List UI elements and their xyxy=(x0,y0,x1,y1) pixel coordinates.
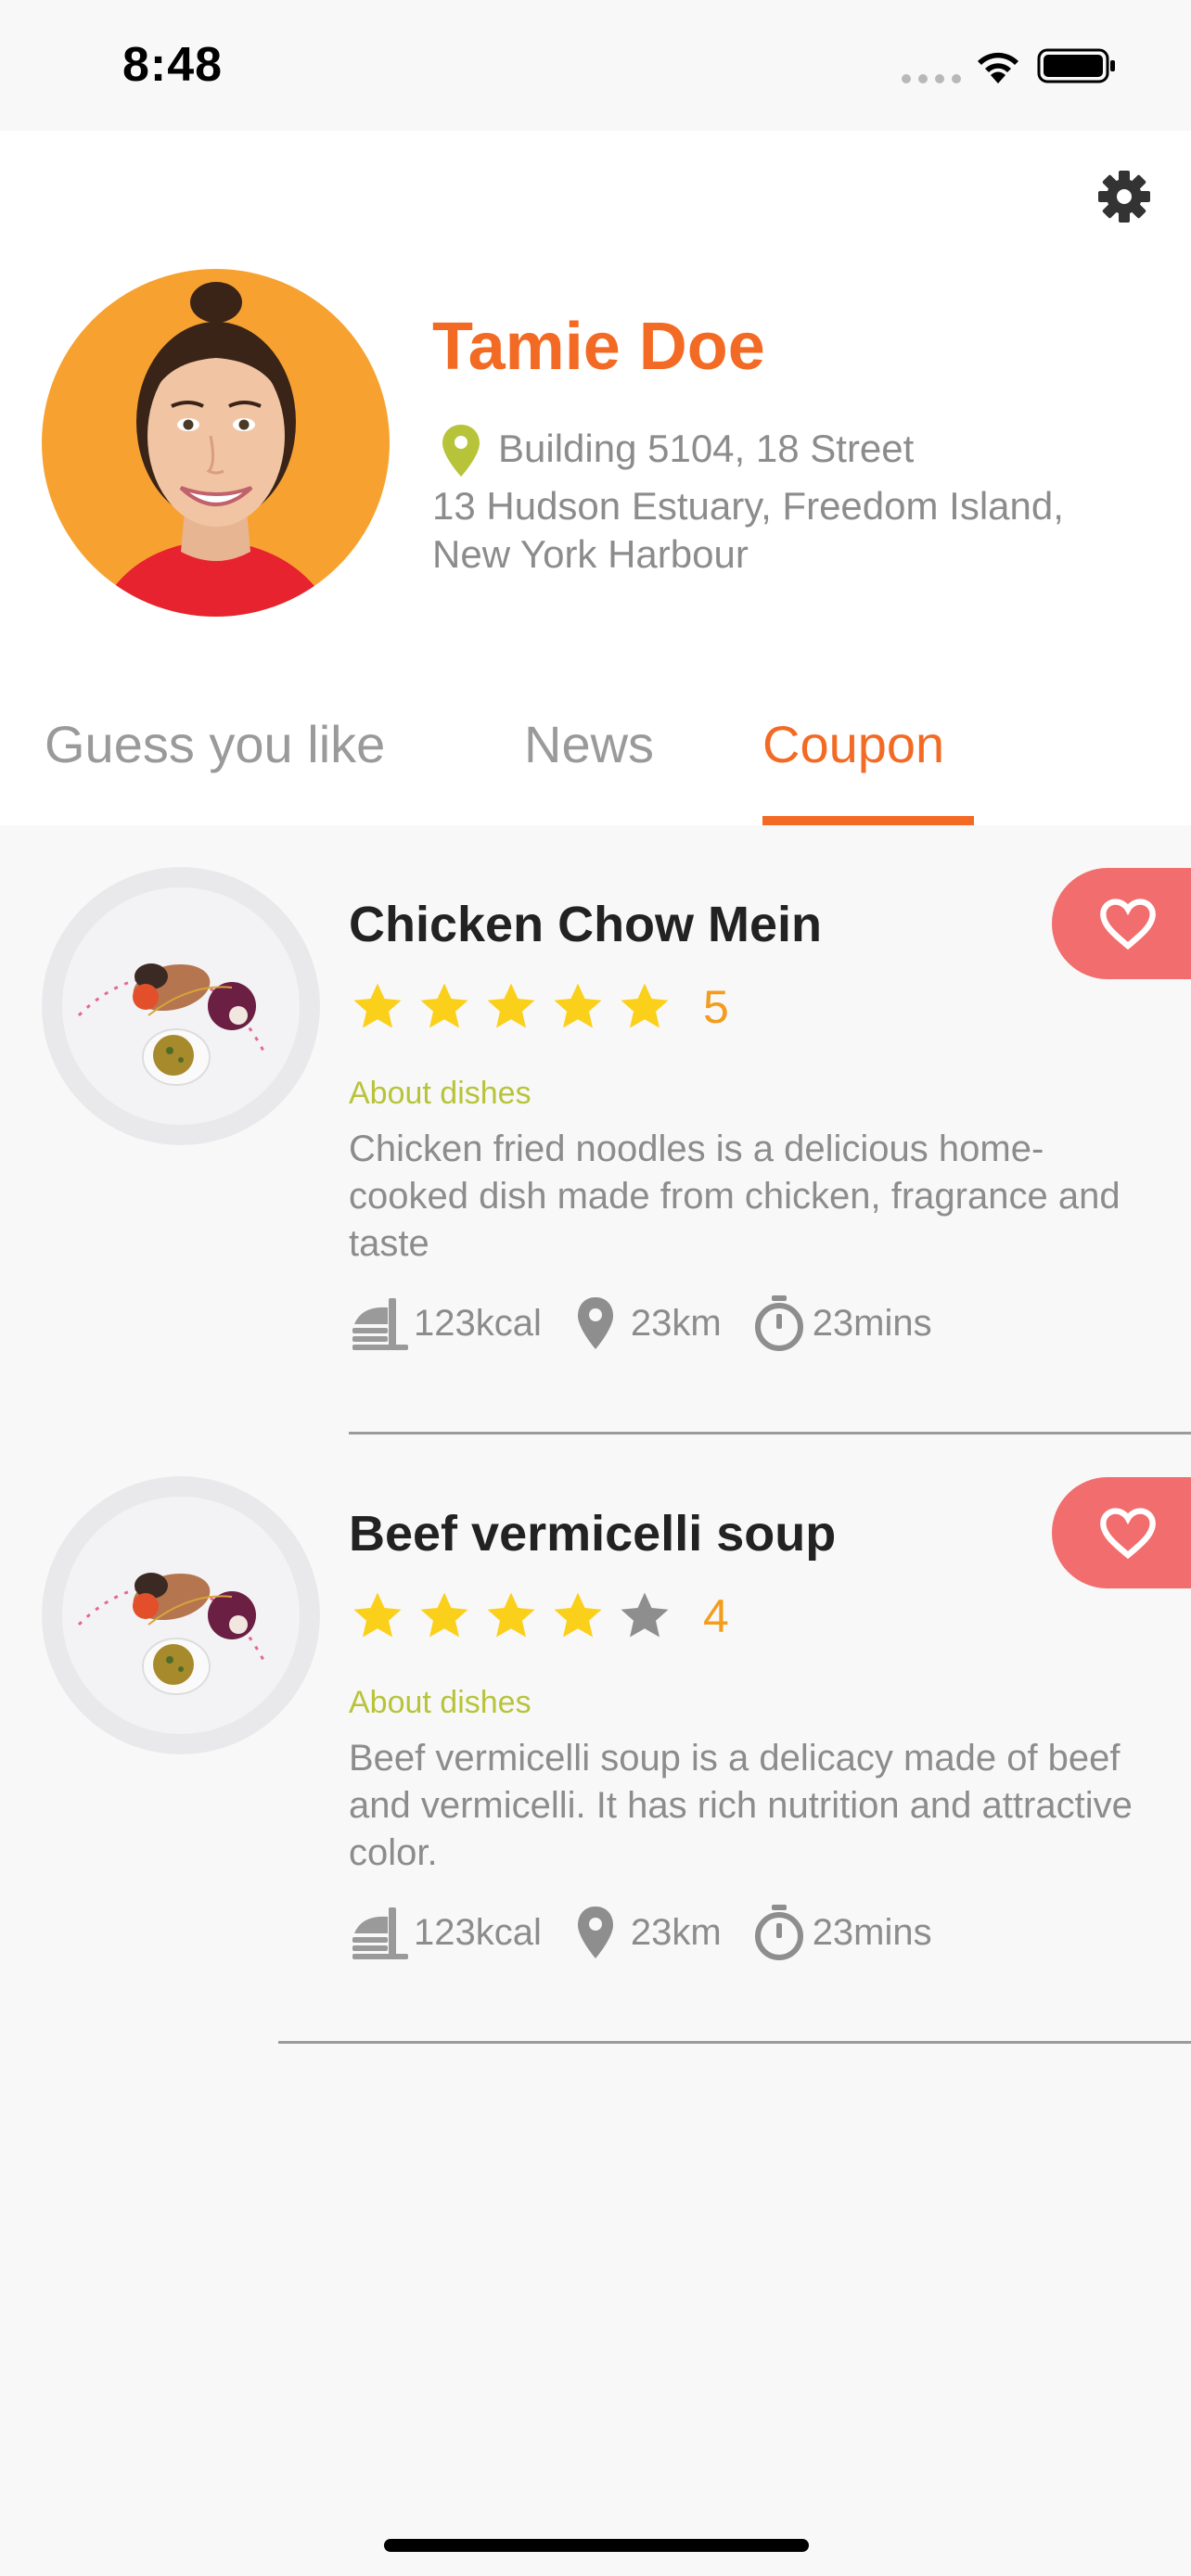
dish-card[interactable]: Beef vermicelli soup 4 About dishes Beef… xyxy=(0,1472,1191,2047)
tab-coupon[interactable]: Coupon xyxy=(762,714,944,774)
dish-title: Chicken Chow Mein xyxy=(349,897,823,952)
status-bar: 8:48 xyxy=(0,0,1191,131)
tab-news[interactable]: News xyxy=(524,714,654,774)
timer-icon xyxy=(754,1295,803,1351)
cellular-signal-icon xyxy=(902,74,961,83)
about-dishes-label: About dishes xyxy=(349,1685,531,1720)
calories-value: 123kcal xyxy=(414,1911,542,1953)
dish-description: Beef vermicelli soup is a delicacy made … xyxy=(349,1738,1133,1873)
user-name: Tamie Doe xyxy=(432,310,765,384)
about-dishes-label: About dishes xyxy=(349,1076,531,1111)
tab-bar: Guess you like News Coupon xyxy=(0,714,1191,825)
dish-card[interactable]: Chicken Chow Mein 5 About dishes Chicken… xyxy=(0,862,1191,1437)
home-indicator[interactable] xyxy=(384,2539,809,2552)
heart-icon xyxy=(1100,899,1156,950)
star-icon xyxy=(353,1592,402,1638)
wifi-icon xyxy=(978,52,1018,83)
rating-value: 4 xyxy=(703,1590,729,1642)
star-icon xyxy=(554,1592,602,1638)
dish-title: Beef vermicelli soup xyxy=(349,1506,837,1562)
active-tab-indicator xyxy=(762,816,974,825)
divider xyxy=(278,2041,1191,2044)
location-pin-icon xyxy=(442,425,480,477)
heart-icon xyxy=(1100,1508,1156,1560)
time-value: 23mins xyxy=(812,1302,932,1344)
address-line-1: Building 5104, 18 Street xyxy=(498,427,915,470)
food-tray-icon xyxy=(352,1907,408,1959)
rating-stars: 5 xyxy=(349,979,729,1035)
avatar xyxy=(42,269,390,617)
rating-value: 5 xyxy=(703,981,729,1033)
status-time: 8:48 xyxy=(122,38,224,92)
distance-value: 23km xyxy=(630,1911,722,1953)
distance-value: 23km xyxy=(630,1302,722,1344)
dish-description: Chicken fried noodles is a delicious hom… xyxy=(349,1129,1121,1264)
star-icon xyxy=(621,983,669,1028)
battery-icon xyxy=(1037,48,1115,83)
star-icon xyxy=(554,983,602,1028)
star-icon xyxy=(420,983,468,1028)
address-line-2: 13 Hudson Estuary, Freedom Island, New Y… xyxy=(432,484,1064,576)
tab-guess-you-like[interactable]: Guess you like xyxy=(45,714,385,774)
favorite-button[interactable] xyxy=(1052,868,1191,979)
star-icon xyxy=(420,1592,468,1638)
dish-image xyxy=(42,867,320,1145)
star-icon xyxy=(487,983,535,1028)
location-pin-icon xyxy=(577,1297,613,1349)
divider xyxy=(349,1432,1191,1435)
rating-stars: 4 xyxy=(349,1588,729,1644)
dish-meta: 123kcal 23km 23mins xyxy=(349,1902,932,1963)
time-value: 23mins xyxy=(812,1911,932,1953)
calories-value: 123kcal xyxy=(414,1302,542,1344)
star-icon xyxy=(353,983,402,1028)
settings-gear-icon[interactable] xyxy=(1095,167,1154,226)
dish-meta: 123kcal 23km 23mins xyxy=(349,1293,932,1354)
star-icon xyxy=(487,1592,535,1638)
location-pin-icon xyxy=(577,1906,613,1958)
favorite-button[interactable] xyxy=(1052,1477,1191,1588)
dish-image xyxy=(42,1476,320,1754)
star-empty-icon xyxy=(621,1592,669,1638)
food-tray-icon xyxy=(352,1298,408,1350)
timer-icon xyxy=(754,1905,803,1960)
